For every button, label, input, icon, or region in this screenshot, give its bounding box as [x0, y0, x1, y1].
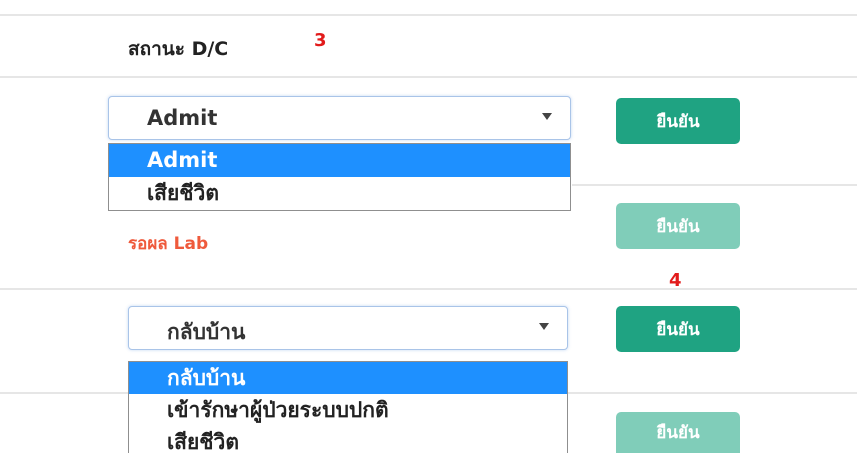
- discharge-status-panel: สถานะ D/C 3 Admit Admit เสียชีวิต ยืนยัน…: [0, 0, 857, 453]
- divider: [572, 184, 857, 186]
- confirm-button-disabled[interactable]: ยืนยัน: [616, 412, 740, 453]
- dc-status-select[interactable]: กลับบ้าน: [128, 306, 568, 350]
- dropdown-option[interactable]: กลับบ้าน: [129, 362, 567, 394]
- annotation-number: 3: [314, 30, 327, 51]
- confirm-button[interactable]: ยืนยัน: [616, 306, 740, 352]
- dc-status-dropdown: กลับบ้าน เข้ารักษาผู้ป่วยระบบปกติ เสียชี…: [128, 361, 568, 453]
- dropdown-option[interactable]: Admit: [109, 144, 570, 177]
- divider: [0, 392, 128, 394]
- confirm-button[interactable]: ยืนยัน: [616, 98, 740, 144]
- column-header-dc-status: สถานะ D/C: [128, 38, 229, 60]
- chevron-down-icon: [542, 113, 552, 120]
- divider: [568, 392, 857, 394]
- dropdown-option[interactable]: เสียชีวิต: [109, 177, 570, 210]
- divider: [0, 14, 857, 16]
- dropdown-option[interactable]: เสียชีวิต: [129, 426, 567, 453]
- select-current-value: Admit: [147, 106, 218, 130]
- divider: [0, 288, 857, 290]
- lab-pending-status: รอผล Lab: [128, 234, 209, 254]
- select-current-value: กลับบ้าน: [167, 320, 246, 344]
- chevron-down-icon: [539, 323, 549, 330]
- dropdown-option[interactable]: เข้ารักษาผู้ป่วยระบบปกติ: [129, 394, 567, 426]
- dc-status-select[interactable]: Admit: [108, 96, 571, 140]
- confirm-button-disabled[interactable]: ยืนยัน: [616, 203, 740, 249]
- dc-status-dropdown: Admit เสียชีวิต: [108, 143, 571, 211]
- divider: [0, 76, 857, 78]
